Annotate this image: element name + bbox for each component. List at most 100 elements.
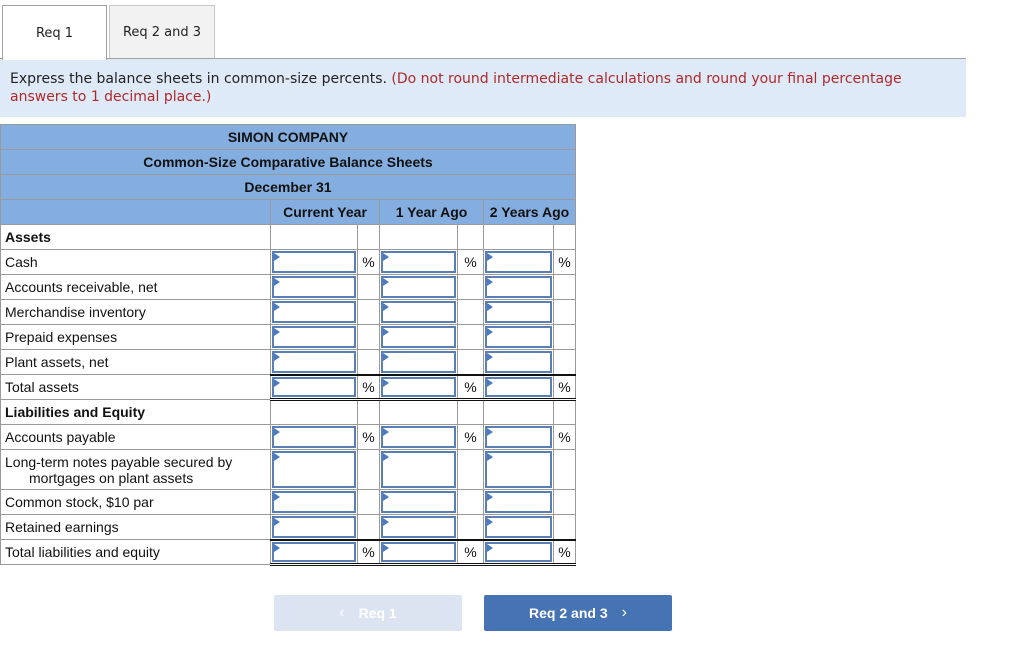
percent-sign [553, 274, 576, 300]
percent-sign [457, 349, 484, 375]
input-flag-icon [383, 493, 389, 501]
row-label: Merchandise inventory [0, 299, 271, 325]
company-name: SIMON COMPANY [0, 124, 576, 150]
cell-2-years-ago [483, 224, 554, 250]
cell-1-year-ago [379, 538, 458, 566]
percent-input-1-year-ago[interactable] [383, 493, 454, 511]
percent-input-current-year[interactable] [274, 278, 354, 296]
column-header-blank [0, 199, 271, 225]
percent-sign: % [457, 249, 484, 275]
input-box [272, 541, 356, 562]
prev-req-1-button[interactable]: ‹ Req 1 [274, 595, 462, 631]
percent-input-current-year[interactable] [274, 253, 354, 271]
percent-sign [357, 399, 380, 425]
percent-input-2-years-ago[interactable] [487, 493, 550, 511]
percent-input-current-year[interactable] [274, 453, 354, 486]
percent-input-2-years-ago[interactable] [487, 328, 550, 346]
percent-input-1-year-ago[interactable] [383, 543, 454, 561]
percent-input-2-years-ago[interactable] [487, 543, 550, 561]
input-flag-icon [274, 543, 280, 552]
next-req-2-and-3-button[interactable]: Req 2 and 3 › [484, 595, 672, 631]
percent-sign [457, 489, 484, 515]
percent-input-current-year[interactable] [274, 428, 354, 446]
percent-sign [357, 299, 380, 325]
cell-2-years-ago [483, 514, 554, 540]
percent-input-current-year[interactable] [274, 518, 354, 536]
percent-input-2-years-ago[interactable] [487, 378, 550, 396]
input-flag-icon [487, 518, 493, 526]
cell-2-years-ago [483, 324, 554, 350]
cell-current-year [270, 449, 358, 490]
section-label: Liabilities and Equity [0, 399, 271, 425]
percent-input-1-year-ago[interactable] [383, 278, 454, 296]
percent-sign: % [357, 538, 380, 566]
cell-current-year [270, 399, 358, 425]
percent-input-current-year[interactable] [274, 353, 354, 371]
percent-input-1-year-ago[interactable] [383, 378, 454, 396]
input-flag-icon [487, 428, 493, 436]
cell-2-years-ago [483, 399, 554, 425]
percent-input-2-years-ago[interactable] [487, 278, 550, 296]
cell-current-year [270, 299, 358, 325]
percent-input-1-year-ago[interactable] [383, 453, 454, 486]
input-flag-icon [487, 328, 493, 336]
percent-sign [457, 274, 484, 300]
percent-input-2-years-ago[interactable] [487, 253, 550, 271]
percent-input-2-years-ago[interactable] [487, 353, 550, 371]
percent-input-current-year[interactable] [274, 378, 354, 396]
percent-input-1-year-ago[interactable] [383, 328, 454, 346]
input-flag-icon [274, 378, 280, 387]
percent-input-2-years-ago[interactable] [487, 518, 550, 536]
row-label: Cash [0, 249, 271, 275]
input-box [485, 541, 552, 562]
percent-input-current-year[interactable] [274, 303, 354, 321]
table-row: Retained earnings [0, 514, 576, 540]
table-row: Plant assets, net [0, 349, 576, 375]
table-title: Common-Size Comparative Balance Sheets [0, 149, 576, 175]
input-box [381, 491, 456, 513]
percent-input-1-year-ago[interactable] [383, 303, 454, 321]
percent-input-1-year-ago[interactable] [383, 518, 454, 536]
percent-input-1-year-ago[interactable] [383, 353, 454, 371]
percent-input-current-year[interactable] [274, 328, 354, 346]
row-label-text-continued: mortgages on plant assets [29, 469, 194, 486]
percent-input-2-years-ago[interactable] [487, 303, 550, 321]
cell-current-year [270, 324, 358, 350]
tab-req-2-and-3[interactable]: Req 2 and 3 [109, 5, 215, 59]
header-title-row: Common-Size Comparative Balance Sheets [0, 149, 576, 175]
tab-req-1[interactable]: Req 1 [2, 5, 107, 60]
cell-current-year [270, 274, 358, 300]
cell-2-years-ago [483, 424, 554, 450]
percent-sign [553, 514, 576, 540]
input-box [272, 426, 356, 448]
percent-sign: % [357, 424, 380, 450]
percent-input-current-year[interactable] [274, 543, 354, 561]
row-label-text: Long-term notes payable secured by [5, 453, 233, 470]
percent-sign: % [553, 538, 576, 566]
percent-input-2-years-ago[interactable] [487, 428, 550, 446]
row-label-text: Accounts receivable, net [5, 279, 158, 295]
percent-sign [553, 324, 576, 350]
input-box [485, 276, 552, 298]
column-header-1-year-ago: 1 Year Ago [379, 199, 484, 225]
input-flag-icon [487, 353, 493, 361]
row-label: Long-term notes payable secured by mortga… [0, 449, 271, 490]
input-flag-icon [383, 453, 389, 461]
cell-1-year-ago [379, 424, 458, 450]
table-row: Accounts receivable, net [0, 274, 576, 300]
percent-sign [457, 514, 484, 540]
input-flag-icon [383, 278, 389, 286]
cell-1-year-ago [379, 373, 458, 401]
input-flag-icon [487, 453, 493, 461]
row-label: Accounts receivable, net [0, 274, 271, 300]
percent-input-1-year-ago[interactable] [383, 253, 454, 271]
percent-input-current-year[interactable] [274, 493, 354, 511]
percent-sign [553, 449, 576, 490]
row-label: Total liabilities and equity [0, 539, 271, 565]
percent-input-1-year-ago[interactable] [383, 428, 454, 446]
input-box [272, 276, 356, 298]
input-box [381, 516, 456, 538]
input-box [485, 351, 552, 373]
percent-input-2-years-ago[interactable] [487, 453, 550, 486]
input-box [381, 301, 456, 323]
